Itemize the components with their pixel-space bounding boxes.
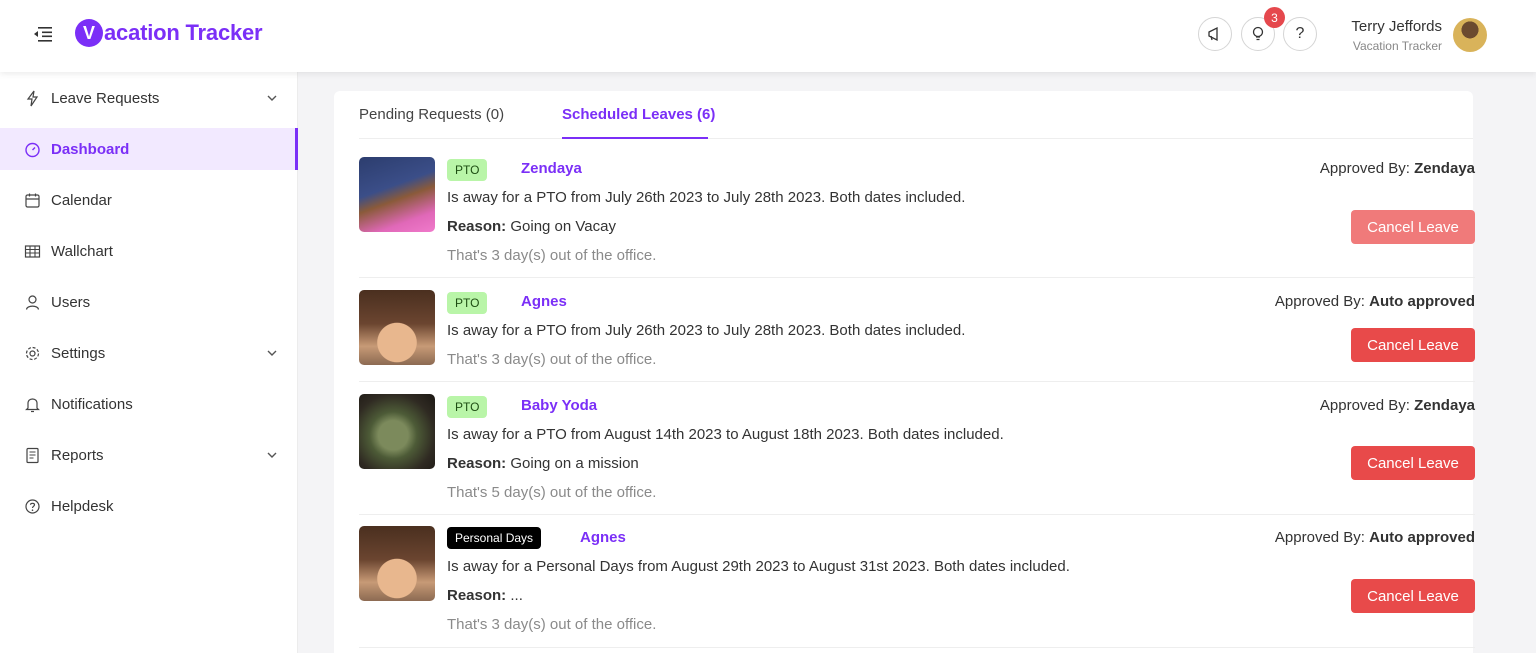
approved-label: Approved By: — [1274, 529, 1365, 546]
leave-tabs: Pending Requests (0) Scheduled Leaves (6… — [359, 91, 1473, 139]
cancel-leave-button[interactable]: Cancel Leave — [1351, 210, 1475, 244]
employee-photo — [359, 394, 435, 469]
sidebar-item-users[interactable]: Users — [0, 281, 298, 323]
reason-label: Reason: — [447, 455, 507, 472]
employee-photo — [359, 157, 435, 232]
cancel-leave-button[interactable]: Cancel Leave — [1351, 328, 1475, 362]
reason-label: Reason: — [447, 218, 507, 235]
gear-icon — [25, 346, 40, 360]
cancel-leave-button[interactable]: Cancel Leave — [1351, 446, 1475, 480]
menu-collapse-icon[interactable] — [33, 25, 53, 43]
employee-photo — [359, 526, 435, 601]
reason-text: Going on Vacay — [510, 218, 616, 235]
approved-by: Approved By: Auto approved — [1275, 293, 1475, 310]
megaphone-icon — [1208, 26, 1218, 42]
leaves-card: Pending Requests (0) Scheduled Leaves (6… — [334, 91, 1475, 653]
tab-pending-requests[interactable]: Pending Requests (0) — [359, 106, 504, 123]
approved-label: Approved By: — [1319, 397, 1410, 414]
leave-item: PTO Baby Yoda Is away for a PTO from Aug… — [359, 382, 1475, 515]
employee-photo — [359, 290, 435, 365]
sidebar-item-helpdesk[interactable]: Helpdesk — [0, 485, 298, 527]
leave-description: Is away for a Personal Days from August … — [447, 558, 1070, 575]
approved-by: Approved By: Zendaya — [1320, 160, 1475, 177]
sidebar-item-label: Calendar — [51, 191, 112, 209]
sidebar-item-label: Wallchart — [51, 242, 113, 260]
help-button[interactable]: ? — [1283, 17, 1317, 51]
days-out: That's 5 day(s) out of the office. — [447, 484, 657, 501]
leave-reason: Reason: Going on Vacay — [447, 218, 616, 235]
help-circle-icon — [25, 498, 40, 514]
table-icon — [24, 244, 41, 258]
approver-name: Zendaya — [1414, 397, 1475, 414]
sidebar-item-wallchart[interactable]: Wallchart — [0, 230, 298, 272]
user-name[interactable]: Terry Jeffords — [1351, 18, 1442, 35]
leave-type-tag: PTO — [447, 159, 488, 181]
sidebar-item-label: Leave Requests — [51, 89, 160, 107]
leave-description: Is away for a PTO from August 14th 2023 … — [447, 426, 1004, 443]
tab-scheduled-leaves[interactable]: Scheduled Leaves (6) — [562, 106, 715, 123]
user-icon — [25, 294, 40, 310]
app-logo[interactable]: V acation Tracker — [75, 17, 263, 49]
report-icon — [26, 447, 39, 463]
sidebar-item-label: Reports — [51, 446, 104, 464]
reason-label: Reason: — [447, 587, 507, 604]
user-avatar[interactable] — [1453, 18, 1487, 52]
sidebar-item-settings[interactable]: Settings — [0, 332, 298, 374]
question-mark-icon: ? — [1295, 25, 1305, 42]
sidebar-item-label: Users — [51, 293, 91, 311]
approver-name: Auto approved — [1369, 529, 1475, 546]
days-out: That's 3 day(s) out of the office. — [447, 247, 657, 264]
chevron-down-icon — [267, 452, 277, 458]
leave-item: PTO Zendaya Is away for a PTO from July … — [359, 139, 1475, 278]
approved-label: Approved By: — [1319, 160, 1410, 177]
approved-by: Approved By: Zendaya — [1320, 397, 1475, 414]
sidebar-item-label: Notifications — [51, 395, 133, 413]
days-out: That's 3 day(s) out of the office. — [447, 616, 657, 633]
reason-text: ... — [510, 587, 523, 604]
days-out: That's 3 day(s) out of the office. — [447, 351, 657, 368]
leave-item: Personal Days Agnes Is away for a Person… — [359, 515, 1475, 648]
employee-name[interactable]: Agnes — [580, 529, 626, 546]
sidebar-item-reports[interactable]: Reports — [0, 434, 298, 476]
sidebar-item-label: Helpdesk — [51, 497, 114, 515]
approved-label: Approved By: — [1274, 293, 1365, 310]
cancel-leave-button[interactable]: Cancel Leave — [1351, 579, 1475, 613]
approver-name: Zendaya — [1414, 160, 1475, 177]
reason-text: Going on a mission — [510, 455, 639, 472]
leave-type-tag: Personal Days — [447, 527, 542, 549]
employee-name[interactable]: Agnes — [521, 293, 567, 310]
sidebar-item-notifications[interactable]: Notifications — [0, 383, 298, 425]
leave-description: Is away for a PTO from July 26th 2023 to… — [447, 322, 966, 339]
sidebar-item-dashboard[interactable]: Dashboard — [0, 128, 298, 170]
employee-name[interactable]: Zendaya — [521, 160, 582, 177]
calendar-icon — [25, 193, 40, 208]
app-name: acation Tracker — [104, 20, 263, 45]
notification-badge: 3 — [1264, 7, 1285, 28]
chevron-down-icon — [267, 95, 277, 101]
approved-by: Approved By: Auto approved — [1275, 529, 1475, 546]
announcements-button[interactable] — [1198, 17, 1232, 51]
sidebar-item-label: Settings — [51, 344, 106, 362]
dashboard-icon — [25, 142, 40, 157]
sidebar: Leave Requests Dashboard Calendar Wallch… — [0, 72, 298, 653]
employee-name[interactable]: Baby Yoda — [521, 397, 597, 414]
chevron-down-icon — [267, 350, 277, 356]
leave-reason: Reason: Going on a mission — [447, 455, 639, 472]
bolt-icon — [26, 90, 39, 106]
leave-description: Is away for a PTO from July 26th 2023 to… — [447, 189, 966, 206]
leave-item: PTO Agnes Is away for a PTO from July 26… — [359, 278, 1475, 382]
sidebar-item-label: Dashboard — [51, 140, 130, 158]
approver-name: Auto approved — [1369, 293, 1475, 310]
sidebar-item-calendar[interactable]: Calendar — [0, 179, 298, 221]
sidebar-item-leave-requests[interactable]: Leave Requests — [0, 77, 298, 119]
leave-type-tag: PTO — [447, 396, 488, 418]
lightbulb-icon — [1252, 26, 1264, 41]
bell-icon — [25, 397, 40, 412]
logo-mark: V — [75, 19, 103, 47]
user-workspace: Vacation Tracker — [1352, 39, 1442, 53]
leave-reason: Reason: ... — [447, 587, 523, 604]
leave-type-tag: PTO — [447, 292, 488, 314]
top-header: V acation Tracker 3 ? Terry Jeffords Vac… — [0, 0, 1536, 72]
